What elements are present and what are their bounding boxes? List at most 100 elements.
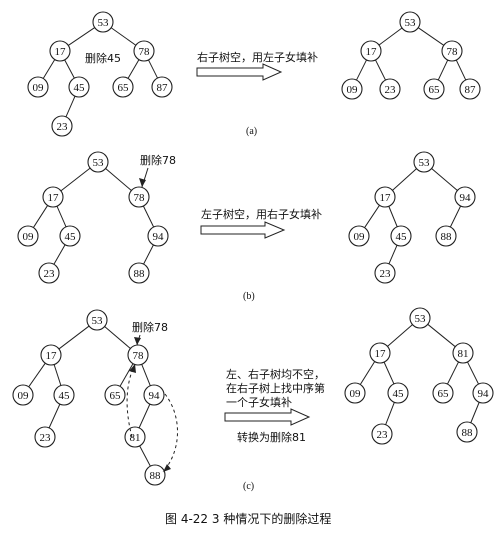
tree-node: 53 [92, 11, 114, 33]
tree-node: 09 [344, 382, 366, 404]
tree-edge [447, 361, 459, 385]
tree-node: 45 [387, 382, 409, 404]
tree-node-label: 78 [447, 46, 459, 58]
tree-node: 87 [459, 78, 481, 100]
tree-edge [104, 326, 131, 349]
tree-node: 88 [435, 225, 457, 247]
tree-edge [64, 59, 75, 79]
tree-node-label: 81 [130, 432, 141, 444]
tree-node-label: 81 [458, 348, 469, 360]
panel-a-before-tree: 53 17 78 09 45 65 87 23 [27, 11, 173, 137]
panel-c-before-tree: 53 17 78 09 45 65 94 23 81 88 [12, 309, 166, 486]
tree-node-label: 45 [74, 82, 86, 94]
tree-node: 94 [147, 225, 169, 247]
panel-b: 53 17 78 09 45 94 23 88 53 17 94 09 45 88 23 左子树空，用右子… [17, 151, 476, 302]
tree-edge [105, 168, 132, 191]
tree-node-label: 09 [18, 390, 30, 402]
tree-node: 09 [17, 225, 39, 247]
tree-node: 09 [348, 225, 370, 247]
tree-edge [141, 364, 151, 386]
tree-node-label: 78 [133, 350, 145, 362]
panel-b-delete-note: 删除78 [140, 153, 176, 167]
tree-edge [68, 27, 95, 46]
tree-node-label: 09 [350, 388, 362, 400]
tree-node: 94 [143, 384, 165, 406]
tree-edge [449, 205, 462, 228]
tree-edge [110, 27, 137, 46]
tree-node: 45 [68, 76, 90, 98]
tree-node: 17 [40, 344, 62, 366]
tree-node: 23 [38, 262, 60, 284]
tree-node: 65 [104, 384, 126, 406]
tree-node-label: 23 [377, 429, 389, 441]
tree-edge [58, 325, 90, 350]
tree-node-label: 17 [375, 348, 387, 360]
tree-edge [28, 362, 46, 388]
tree-node-label: 09 [33, 82, 45, 94]
tree-edge [375, 59, 386, 81]
tree-node: 17 [49, 40, 71, 62]
tree-node: 45 [53, 384, 75, 406]
tree-node: 09 [12, 384, 34, 406]
tree-node-label: 23 [57, 121, 69, 133]
panel-b-pointer-arrowhead-icon [139, 178, 146, 187]
tree-node-label: 94 [478, 388, 490, 400]
tree-node: 23 [371, 423, 393, 445]
tree-node: 23 [379, 78, 401, 100]
tree-edge [388, 244, 398, 265]
tree-edge [42, 59, 56, 79]
tree-node-label: 45 [393, 388, 405, 400]
tree-node: 17 [360, 40, 382, 62]
tree-node-label: 53 [419, 157, 431, 169]
tree-node: 17 [369, 342, 391, 364]
panel-c-convert-note: 转换为删除81 [237, 430, 306, 444]
tree-node: 78 [133, 40, 155, 62]
tree-node-label: 17 [380, 192, 392, 204]
tree-edge [431, 168, 458, 191]
tree-node: 88 [456, 421, 478, 443]
tree-node: 53 [409, 307, 431, 329]
tree-node-label: 94 [460, 192, 472, 204]
tree-node-label: 09 [347, 84, 359, 96]
tree-node-label: 17 [55, 46, 67, 58]
tree-node: 94 [472, 382, 494, 404]
tree-node-label: 78 [134, 192, 146, 204]
tree-node: 81 [452, 342, 474, 364]
tree-node: 53 [399, 11, 421, 33]
tree-node: 88 [128, 262, 150, 284]
tree-node-label: 65 [438, 388, 450, 400]
tree-node: 53 [87, 151, 109, 173]
tree-node: 23 [51, 115, 73, 137]
tree-node-label: 23 [380, 268, 392, 280]
tree-edge [53, 244, 66, 265]
tree-edge [455, 59, 467, 81]
tree-node-label: 88 [134, 268, 146, 280]
figure-caption: 图 4-22 3 种情况下的删除过程 [165, 511, 331, 526]
tree-node: 45 [390, 225, 412, 247]
tree-edge [470, 402, 480, 423]
tree-node-label: 65 [429, 84, 441, 96]
panel-c-successor-path [126, 363, 178, 473]
dashed-path-94-to-88 [162, 393, 178, 473]
tree-node: 17 [42, 186, 64, 208]
tree-node-label: 23 [40, 432, 52, 444]
tree-node-label: 53 [92, 315, 104, 327]
dashed-arrowhead-down-icon [163, 464, 171, 472]
panel-b-right-arrow-icon [200, 221, 286, 239]
panel-a-right-arrow-icon [196, 63, 283, 81]
panel-c-sublabel: (c) [243, 481, 254, 492]
panel-c-instruction-line-2: 在右子树上找中序第 [226, 381, 325, 395]
tree-node-label: 94 [153, 231, 165, 243]
tree-node-label: 78 [139, 46, 151, 58]
tree-edge [392, 168, 417, 191]
tree-node: 53 [413, 151, 435, 173]
tree-node-label: 53 [405, 17, 417, 29]
tree-node: 23 [34, 426, 56, 448]
tree-edge [48, 403, 61, 429]
tree-edge [32, 205, 49, 228]
panel-a-after-tree: 53 17 78 09 23 65 87 [341, 11, 481, 100]
tree-node: 78 [127, 344, 149, 366]
tree-node: 87 [151, 76, 173, 98]
tree-node-label: 09 [23, 231, 35, 243]
tree-node: 94 [454, 186, 476, 208]
